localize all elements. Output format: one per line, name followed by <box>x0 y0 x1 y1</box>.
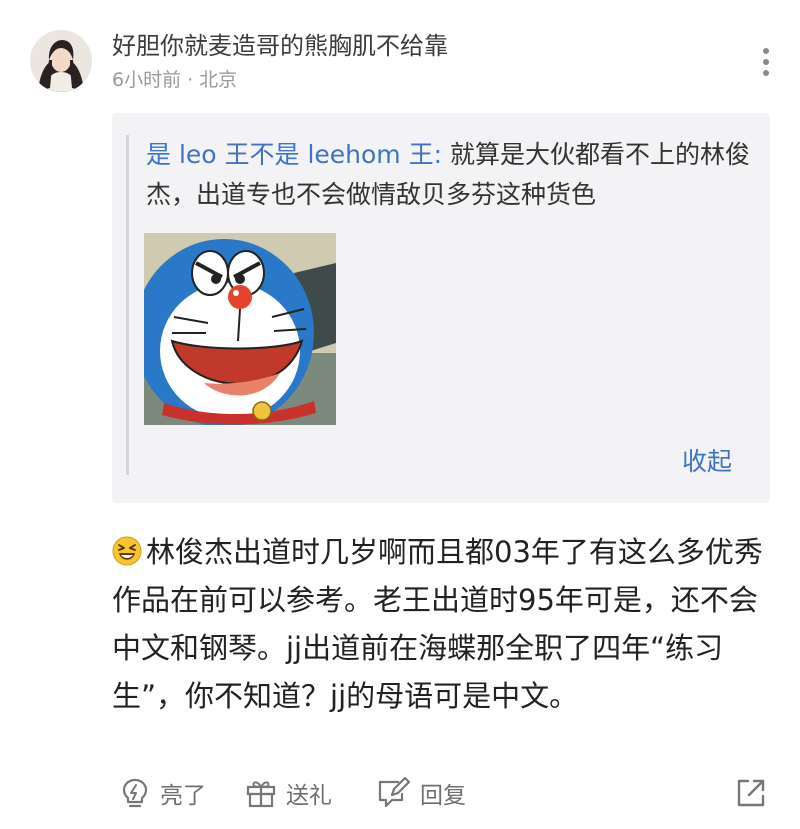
username[interactable]: 好胆你就麦造哥的熊胸肌不给靠 <box>112 30 448 62</box>
comment-body: 林俊杰出道时几岁啊而且都03年了有这么多优秀作品在前可以参考。老王出道时95年可… <box>112 528 772 720</box>
reply-button[interactable]: 回复 <box>376 772 466 814</box>
more-dot-icon <box>763 70 769 76</box>
comment-body-text: 林俊杰出道时几岁啊而且都03年了有这么多优秀作品在前可以参考。老王出道时95年可… <box>112 535 763 713</box>
action-bar: 亮了 送礼 回复 <box>112 772 772 814</box>
avatar-image <box>30 30 92 92</box>
avatar[interactable] <box>30 30 92 92</box>
like-button[interactable]: 亮了 <box>118 772 206 814</box>
more-options-button[interactable] <box>752 44 780 80</box>
location: 北京 <box>199 69 238 91</box>
quoted-comment: 是 leo 王不是 leehom 王: 就算是大伙都看不上的林俊杰，出道专也不会… <box>112 113 770 503</box>
collapse-button[interactable]: 收起 <box>682 446 732 478</box>
quote-bar <box>126 135 129 475</box>
quote-text-block: 是 leo 王不是 leehom 王: 就算是大伙都看不上的林俊杰，出道专也不会… <box>146 135 756 215</box>
more-dot-icon <box>763 48 769 54</box>
gift-label: 送礼 <box>286 783 332 809</box>
gift-button[interactable]: 送礼 <box>244 772 332 814</box>
gift-icon <box>246 781 276 808</box>
comment-meta: 6小时前 · 北京 <box>112 68 237 92</box>
quote-author-link[interactable]: 是 leo 王不是 leehom 王: <box>146 140 442 169</box>
timestamp: 6小时前 <box>112 69 182 91</box>
lightbulb-icon <box>122 778 148 808</box>
comment-card: 好胆你就麦造哥的熊胸肌不给靠 6小时前 · 北京 是 leo 王不是 leehom … <box>0 0 800 829</box>
doraemon-sticker-image[interactable] <box>144 233 336 425</box>
reply-label: 回复 <box>420 783 466 809</box>
share-external-icon <box>737 779 765 807</box>
doraemon-icon <box>144 233 336 425</box>
grinning-squint-emoji-icon <box>112 536 142 566</box>
share-button[interactable] <box>734 772 768 814</box>
more-dot-icon <box>763 59 769 65</box>
meta-separator: · <box>187 69 194 91</box>
reply-edit-icon <box>378 776 411 808</box>
like-label: 亮了 <box>160 783 206 809</box>
